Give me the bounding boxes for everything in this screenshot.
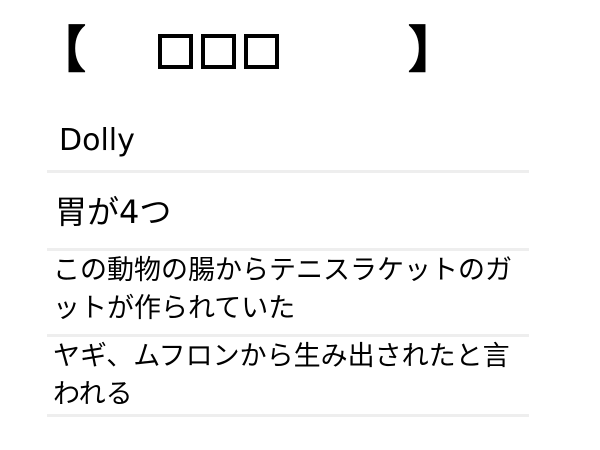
hint-text: 胃が4つ: [55, 193, 172, 231]
hint-row: この動物の腸からテニスラケットのガットが作られていた: [47, 250, 529, 337]
answer-box: [201, 34, 236, 69]
hint-row: ヤギ、ムフロンから生み出されたと言われる: [47, 336, 529, 417]
hint-text: ヤギ、ムフロンから生み出されたと言われる: [53, 341, 510, 410]
left-bracket: 【: [36, 21, 86, 79]
right-bracket: 】: [408, 21, 458, 79]
answer-box: [244, 34, 279, 69]
hidden-answer-boxes: [158, 34, 279, 69]
quiz-title: 【 】: [36, 20, 458, 84]
answer-box: [158, 34, 193, 69]
hint-row: Dolly: [47, 122, 529, 173]
hint-text: この動物の腸からテニスラケットのガットが作られていた: [53, 255, 512, 324]
hint-row: 胃が4つ: [47, 172, 529, 251]
hint-text: Dolly: [59, 123, 135, 158]
